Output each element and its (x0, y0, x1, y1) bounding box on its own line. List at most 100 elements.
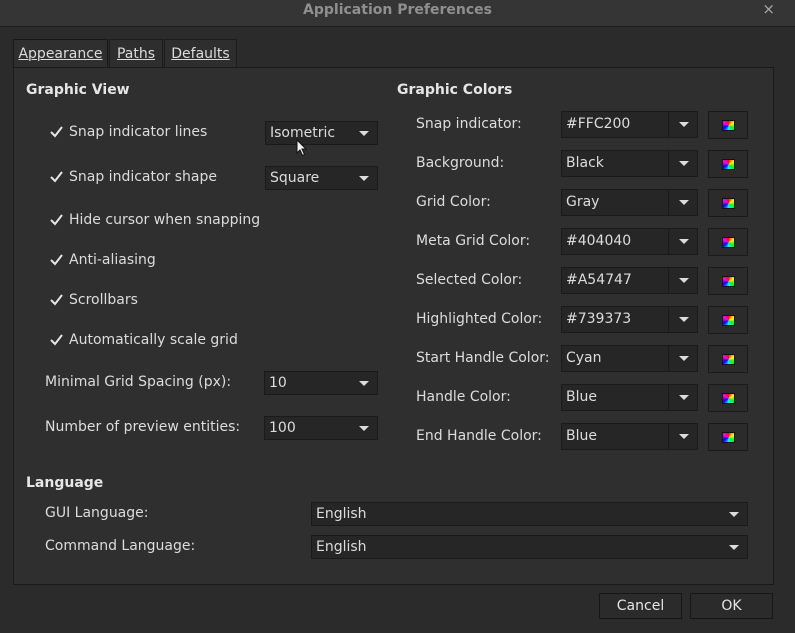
check-icon (50, 294, 63, 306)
min-grid-value: 10 (269, 375, 287, 391)
check-icon (50, 254, 63, 266)
color-picker-button[interactable] (708, 150, 748, 178)
combo-separator (668, 346, 669, 371)
color-value: Blue (566, 389, 597, 405)
snap-shape-checkbox[interactable] (50, 171, 63, 183)
chevron-down-icon (679, 239, 689, 244)
color-select[interactable]: #404040 (561, 228, 698, 255)
color-value: Gray (566, 194, 600, 210)
color-select[interactable]: Blue (561, 423, 698, 450)
color-picker-button[interactable] (708, 345, 748, 373)
color-palette-icon (722, 393, 735, 404)
chevron-down-icon (679, 122, 689, 127)
color-select[interactable]: #A54747 (561, 267, 698, 294)
combo-separator (668, 151, 669, 176)
color-value: Black (566, 155, 604, 171)
chevron-down-icon (679, 200, 689, 205)
auto-scale-label: Automatically scale grid (69, 332, 238, 348)
color-select[interactable]: #FFC200 (561, 111, 698, 138)
anti-aliasing-checkbox[interactable] (50, 254, 63, 266)
color-picker-button[interactable] (708, 423, 748, 451)
color-picker-button[interactable] (708, 228, 748, 256)
scrollbars-checkbox[interactable] (50, 294, 63, 306)
min-grid-label: Minimal Grid Spacing (px): (45, 374, 232, 390)
color-palette-icon (722, 354, 735, 365)
close-icon[interactable]: × (762, 0, 775, 18)
combo-separator (668, 112, 669, 137)
graphic-colors-heading: Graphic Colors (397, 82, 513, 98)
cancel-button[interactable]: Cancel (599, 593, 682, 619)
color-row-label: Highlighted Color: (416, 311, 543, 327)
snap-shape-select[interactable]: Square (265, 166, 378, 190)
chevron-down-icon (729, 512, 739, 517)
hide-cursor-checkbox[interactable] (50, 214, 63, 226)
chevron-down-icon (679, 161, 689, 166)
gui-language-select[interactable]: English (311, 502, 748, 526)
color-palette-icon (722, 432, 735, 443)
tab-defaults[interactable]: Defaults (164, 39, 237, 68)
color-value: #A54747 (566, 272, 632, 288)
combo-separator (668, 307, 669, 332)
graphic-view-heading: Graphic View (26, 82, 130, 98)
combo-separator (668, 424, 669, 449)
color-picker-button[interactable] (708, 384, 748, 412)
snap-lines-checkbox[interactable] (50, 126, 63, 138)
combo-separator (668, 385, 669, 410)
scrollbars-label: Scrollbars (69, 292, 138, 308)
color-select[interactable]: #739373 (561, 306, 698, 333)
combo-separator (668, 268, 669, 293)
chevron-down-icon (729, 545, 739, 550)
color-value: #739373 (566, 311, 632, 327)
tab-paths[interactable]: Paths (109, 39, 163, 68)
chevron-down-icon (359, 426, 369, 431)
chevron-down-icon (359, 381, 369, 386)
title-bar: Application Preferences × (0, 0, 795, 27)
check-icon (50, 214, 63, 226)
combo-separator (668, 229, 669, 254)
chevron-down-icon (679, 356, 689, 361)
ok-button[interactable]: OK (690, 593, 773, 619)
color-row-label: Selected Color: (416, 272, 523, 288)
color-palette-icon (722, 237, 735, 248)
color-picker-button[interactable] (708, 267, 748, 295)
color-select[interactable]: Blue (561, 384, 698, 411)
chevron-down-icon (679, 317, 689, 322)
command-language-label: Command Language: (45, 538, 196, 554)
color-palette-icon (722, 159, 735, 170)
chevron-down-icon (679, 278, 689, 283)
mouse-pointer-icon (296, 138, 308, 161)
color-palette-icon (722, 120, 735, 131)
color-palette-icon (722, 276, 735, 287)
chevron-down-icon (359, 131, 369, 136)
gui-language-value: English (316, 506, 367, 522)
gui-language-label: GUI Language: (45, 505, 149, 521)
preview-select[interactable]: 100 (264, 416, 378, 440)
tab-appearance[interactable]: Appearance (13, 39, 108, 69)
color-palette-icon (722, 315, 735, 326)
snap-lines-select[interactable]: Isometric (265, 121, 378, 145)
color-picker-button[interactable] (708, 111, 748, 139)
color-select[interactable]: Gray (561, 189, 698, 216)
command-language-value: English (316, 539, 367, 555)
color-select[interactable]: Cyan (561, 345, 698, 372)
color-row-label: Snap indicator: (416, 116, 522, 132)
combo-separator (668, 190, 669, 215)
color-select[interactable]: Black (561, 150, 698, 177)
color-picker-button[interactable] (708, 189, 748, 217)
min-grid-select[interactable]: 10 (264, 371, 378, 395)
color-row-label: End Handle Color: (416, 428, 542, 444)
window-title: Application Preferences (303, 2, 492, 18)
color-row-label: Background: (416, 155, 505, 171)
check-icon (50, 334, 63, 346)
auto-scale-checkbox[interactable] (50, 334, 63, 346)
command-language-select[interactable]: English (311, 535, 748, 559)
color-row-label: Grid Color: (416, 194, 491, 210)
color-picker-button[interactable] (708, 306, 748, 334)
hide-cursor-label: Hide cursor when snapping (69, 212, 261, 228)
tab-label: Appearance (18, 46, 103, 62)
color-value: Blue (566, 428, 597, 444)
preview-value: 100 (269, 420, 296, 436)
snap-lines-label: Snap indicator lines (69, 124, 208, 140)
chevron-down-icon (679, 395, 689, 400)
color-value: Cyan (566, 350, 602, 366)
